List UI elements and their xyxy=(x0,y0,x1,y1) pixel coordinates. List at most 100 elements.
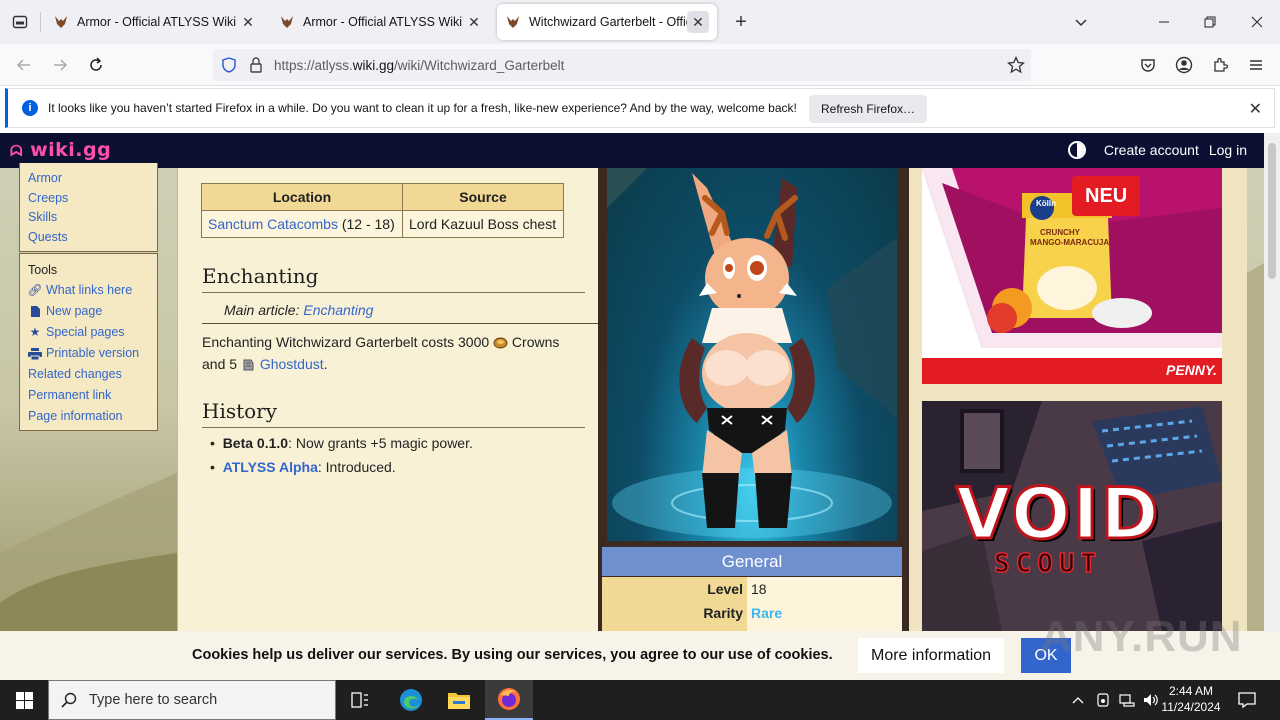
tool-what-links-here[interactable]: 🔗︎ What links here xyxy=(27,280,149,301)
sidebar-item-armor[interactable]: Armor xyxy=(28,169,149,189)
close-notification-icon[interactable]: ✕ xyxy=(1249,99,1262,119)
atlyss-alpha-link[interactable]: ATLYSS Alpha xyxy=(223,459,318,475)
enchanting-article-link[interactable]: Enchanting xyxy=(303,302,373,318)
ad-badge-neu: NEU xyxy=(1085,185,1128,207)
restore-icon[interactable] xyxy=(1187,0,1233,44)
firefox-view-button[interactable] xyxy=(0,0,40,44)
scrollbar-thumb[interactable] xyxy=(1268,143,1276,279)
tab-strip: Armor - Official ATLYSS Wiki ✕ Armor - O… xyxy=(0,0,1280,44)
wiki-header: ᗣ wiki.gg Create account Log in xyxy=(0,133,1264,168)
network-icon[interactable] xyxy=(1117,680,1137,720)
star-icon: ★ xyxy=(29,325,41,339)
list-item: • ATLYSS Alpha: Introduced. xyxy=(210,459,396,475)
main-article-hatnote: Main article: Enchanting xyxy=(224,302,374,318)
tool-permanent-link[interactable]: Permanent link xyxy=(28,385,149,406)
tab-separator xyxy=(40,12,41,32)
infobox-row-rarity: Rarity Rare xyxy=(602,601,902,625)
article-content: Location Source Sanctum Catacombs (12 - … xyxy=(177,168,599,631)
table-header-source: Source xyxy=(402,183,564,211)
enchanting-paragraph: Enchanting Witchwizard Garterbelt costs … xyxy=(202,334,560,372)
tab-witchwizard-garterbelt[interactable]: Witchwizard Garterbelt - Offici ✕ xyxy=(497,4,717,40)
tray-device-icon[interactable] xyxy=(1094,680,1112,720)
tool-printable-version[interactable]: Printable version xyxy=(28,343,149,364)
search-placeholder: Type here to search xyxy=(89,692,218,708)
url-text[interactable]: https://atlyss.wiki.gg/wiki/Witchwizard_… xyxy=(274,58,564,73)
link-icon: 🔗︎ xyxy=(27,283,43,297)
tab-title: Witchwizard Garterbelt - Offici xyxy=(529,15,687,29)
character-preview-image xyxy=(607,168,897,541)
reload-icon[interactable] xyxy=(80,49,112,81)
list-all-tabs-chevron-icon[interactable] xyxy=(1058,0,1104,44)
tracking-protection-shield-icon[interactable] xyxy=(221,57,237,73)
file-explorer-icon[interactable] xyxy=(435,680,483,720)
tool-new-page[interactable]: New page xyxy=(28,301,149,322)
search-icon xyxy=(61,692,77,708)
address-bar[interactable]: https://atlyss.wiki.gg/wiki/Witchwizard_… xyxy=(213,49,1031,81)
page-scrollbar[interactable] xyxy=(1264,133,1280,631)
notification-center-icon[interactable] xyxy=(1234,680,1260,720)
theme-toggle-icon[interactable] xyxy=(1067,141,1086,159)
clock-date: 11/24/2024 xyxy=(1161,700,1221,714)
edge-browser-icon[interactable] xyxy=(387,680,435,720)
info-icon: i xyxy=(22,100,38,116)
lock-icon[interactable] xyxy=(249,57,263,73)
new-page-icon xyxy=(28,305,42,319)
tab-armor-2[interactable]: Armor - Official ATLYSS Wiki ✕ xyxy=(271,4,493,40)
account-icon[interactable] xyxy=(1168,49,1200,81)
history-list: • Beta 0.1.0: Now grants +5 magic power.… xyxy=(210,432,473,478)
clock-time: 2:44 AM xyxy=(1168,684,1214,698)
ad-product-brand: Kölln xyxy=(1036,199,1056,208)
sanctum-catacombs-link[interactable]: Sanctum Catacombs xyxy=(208,216,338,232)
taskbar-search-box[interactable]: Type here to search xyxy=(48,680,336,720)
navigation-toolbar: https://atlyss.wiki.gg/wiki/Witchwizard_… xyxy=(0,44,1280,86)
ad-column: NEU Kölln CRUNCHY MANGO-MARACUJA PENNY. … xyxy=(906,168,1247,631)
extensions-icon[interactable] xyxy=(1204,49,1236,81)
tool-page-information[interactable]: Page information xyxy=(28,406,149,427)
heading-divider xyxy=(202,427,585,428)
history-heading: History xyxy=(202,399,278,423)
windows-taskbar: Type here to search 2:44 AM 11/24/2024 xyxy=(0,680,1280,720)
tab-close-icon[interactable]: ✕ xyxy=(687,11,709,33)
pocket-icon[interactable] xyxy=(1132,49,1164,81)
refresh-firefox-notification: i It looks like you haven’t started Fire… xyxy=(5,88,1275,128)
close-window-icon[interactable] xyxy=(1234,0,1280,44)
create-account-link[interactable]: Create account xyxy=(1104,142,1199,158)
atlyss-favicon-icon xyxy=(281,16,293,28)
refresh-firefox-button[interactable]: Refresh Firefox… xyxy=(809,95,928,123)
ad-void-title: VOID xyxy=(955,473,1161,555)
wiki-gg-logo[interactable]: ᗣ wiki.gg xyxy=(10,139,111,161)
tab-close-icon[interactable]: ✕ xyxy=(237,11,259,33)
sidebar-item-skills[interactable]: Skills xyxy=(28,208,149,228)
ad-product-line2: MANGO-MARACUJA xyxy=(1030,238,1110,247)
tool-special-pages[interactable]: ★ Special pages xyxy=(28,322,149,343)
void-scout-advertisement[interactable]: VOID SCOUT xyxy=(922,401,1222,631)
minimize-icon[interactable] xyxy=(1141,0,1187,44)
sidebar-navigation: Armor Creeps Skills Quests xyxy=(19,163,158,252)
back-arrow-icon[interactable] xyxy=(8,49,40,81)
forward-arrow-icon[interactable] xyxy=(44,49,76,81)
ghostdust-link[interactable]: Ghostdust xyxy=(260,356,324,372)
task-view-icon[interactable] xyxy=(336,680,384,720)
log-in-link[interactable]: Log in xyxy=(1209,142,1247,158)
tab-armor-1[interactable]: Armor - Official ATLYSS Wiki ✕ xyxy=(45,4,267,40)
heading-divider xyxy=(202,292,585,293)
menu-hamburger-icon[interactable] xyxy=(1240,49,1272,81)
sidebar-item-quests[interactable]: Quests xyxy=(28,228,149,248)
hatnote-divider xyxy=(202,323,599,324)
tray-chevron-up-icon[interactable] xyxy=(1068,680,1088,720)
new-tab-button[interactable]: + xyxy=(725,6,757,38)
firefox-taskbar-icon[interactable] xyxy=(485,680,533,720)
windows-start-icon[interactable] xyxy=(0,680,48,720)
infobox-row-level: Level 18 xyxy=(602,577,902,601)
tool-related-changes[interactable]: Related changes xyxy=(28,364,149,385)
tab-close-icon[interactable]: ✕ xyxy=(463,11,485,33)
ad-penny-logo: PENNY. xyxy=(1166,362,1217,378)
sidebar-item-creeps[interactable]: Creeps xyxy=(28,189,149,209)
bookmark-star-icon[interactable] xyxy=(1007,56,1025,74)
system-clock[interactable]: 2:44 AM 11/24/2024 xyxy=(1160,683,1222,715)
cookie-message: Cookies help us deliver our services. By… xyxy=(192,647,833,663)
anyrun-watermark: ANY.RUN xyxy=(1040,612,1243,661)
more-information-button[interactable]: More information xyxy=(858,638,1005,673)
volume-icon[interactable] xyxy=(1141,680,1161,720)
penny-advertisement[interactable]: NEU Kölln CRUNCHY MANGO-MARACUJA PENNY. xyxy=(922,168,1222,384)
